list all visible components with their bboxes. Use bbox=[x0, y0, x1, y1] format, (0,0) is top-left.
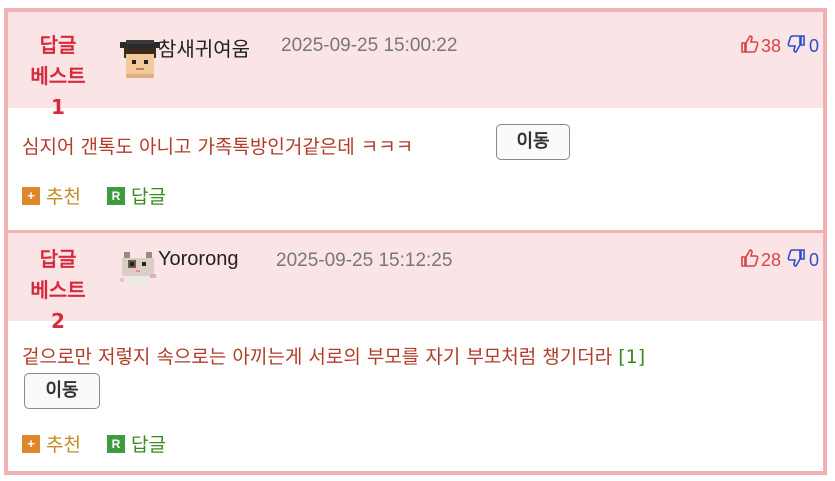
comment-actions: + 추천 R 답글 bbox=[22, 182, 166, 209]
comment-body bbox=[8, 108, 823, 230]
comment-actions: + 추천 R 답글 bbox=[22, 430, 166, 457]
thumbs-down-icon[interactable] bbox=[787, 248, 807, 273]
username-link[interactable]: 참새귀여움 bbox=[158, 33, 250, 62]
comment-list: 답글 베스트1 답글 베스트2 bbox=[4, 8, 827, 475]
upvote-count: 38 bbox=[760, 36, 781, 56]
reply-button[interactable]: 답글 bbox=[131, 430, 166, 457]
thumbs-down-icon[interactable] bbox=[787, 34, 807, 59]
reply-icon[interactable]: R bbox=[106, 186, 125, 205]
best-label-line1: 답글 bbox=[39, 247, 77, 271]
downvote-count: 0 bbox=[808, 250, 819, 270]
comment-header: 답글 베스트2 bbox=[8, 230, 823, 333]
best-label-line1: 답글 bbox=[39, 33, 77, 57]
reference-link[interactable]: [1] bbox=[618, 346, 645, 368]
move-button[interactable]: 이동 bbox=[24, 373, 100, 409]
downvote-count: 0 bbox=[808, 36, 819, 56]
reply-button[interactable]: 답글 bbox=[131, 182, 166, 209]
vote-box: 38 0 bbox=[739, 34, 819, 59]
recommend-button[interactable]: 추천 bbox=[46, 430, 81, 457]
plus-icon[interactable]: + bbox=[22, 434, 40, 453]
username-link[interactable]: Yororong bbox=[158, 248, 238, 271]
vote-box: 28 0 bbox=[739, 248, 819, 273]
recommend-button[interactable]: 추천 bbox=[46, 182, 81, 209]
thumbs-up-icon[interactable] bbox=[739, 34, 759, 59]
plus-icon[interactable]: + bbox=[22, 186, 40, 205]
move-button[interactable]: 이동 bbox=[496, 124, 570, 160]
thumbs-up-icon[interactable] bbox=[739, 248, 759, 273]
comment-header: 답글 베스트1 bbox=[8, 12, 823, 119]
reply-icon[interactable]: R bbox=[106, 434, 125, 453]
upvote-count: 28 bbox=[760, 250, 781, 270]
